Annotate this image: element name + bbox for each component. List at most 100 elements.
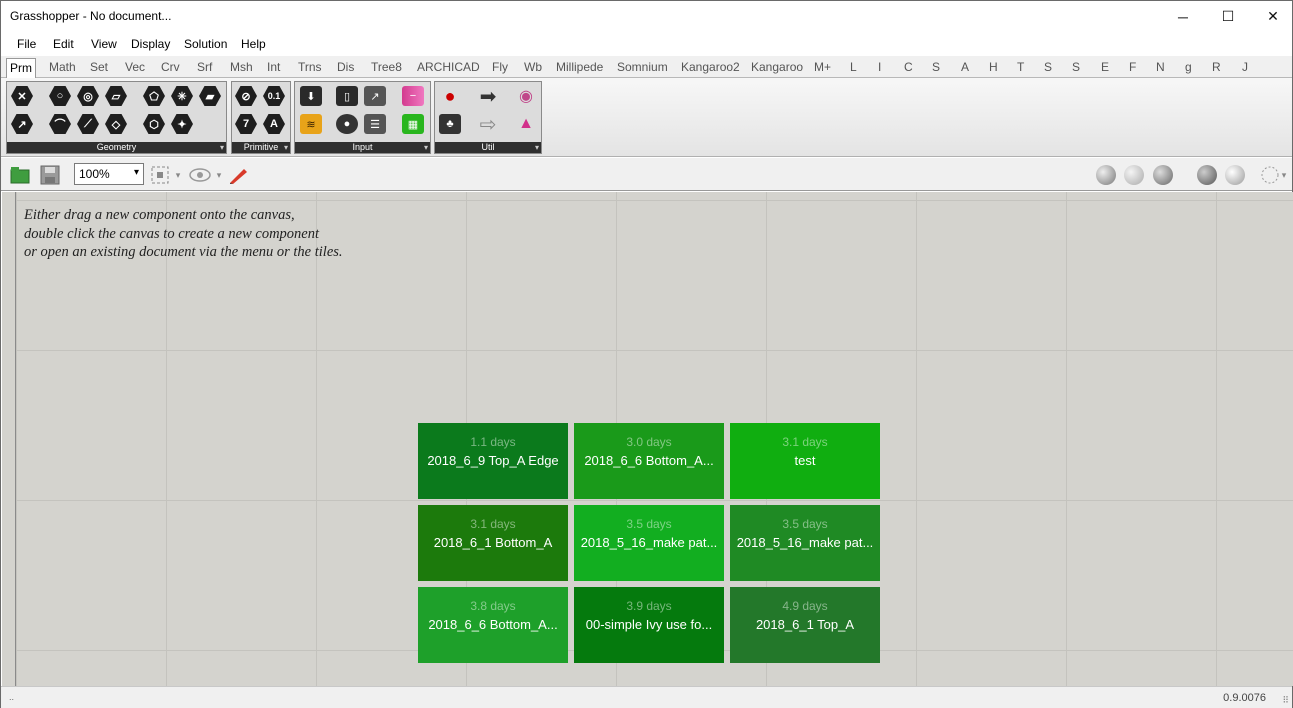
menu-display[interactable]: Display bbox=[131, 37, 170, 51]
sketch-pen-icon[interactable] bbox=[228, 164, 250, 186]
line-param-icon[interactable]: ⟋ bbox=[76, 113, 100, 135]
tab-millipede[interactable]: Millipede bbox=[553, 58, 606, 78]
twisted-box-icon[interactable]: ✦ bbox=[170, 113, 194, 135]
value-list-icon[interactable]: ☰ bbox=[363, 113, 387, 135]
tab-srf[interactable]: Srf bbox=[194, 58, 215, 78]
tab-s3[interactable]: S bbox=[1069, 58, 1083, 78]
mesh-param-icon[interactable]: ✳ bbox=[170, 85, 194, 107]
document-preview-icon[interactable] bbox=[1196, 164, 1218, 186]
recent-file-tile[interactable]: 3.8 days 2018_6_6 Bottom_A... bbox=[418, 587, 568, 663]
tab-set[interactable]: Set bbox=[87, 58, 111, 78]
graph-mapper-icon[interactable]: ↗ bbox=[363, 85, 387, 107]
tab-j[interactable]: J bbox=[1239, 58, 1251, 78]
tab-somnium[interactable]: Somnium bbox=[614, 58, 671, 78]
selection-dropdown-icon[interactable]: ▾ bbox=[1279, 164, 1289, 186]
recent-file-tile[interactable]: 4.9 days 2018_6_1 Top_A bbox=[730, 587, 880, 663]
menu-help[interactable]: Help bbox=[241, 37, 266, 51]
tab-t[interactable]: T bbox=[1014, 58, 1027, 78]
maximize-button[interactable]: ☐ bbox=[1205, 1, 1251, 32]
surface-param-icon[interactable]: ▰ bbox=[198, 85, 222, 107]
recent-file-tile[interactable]: 3.1 days test bbox=[730, 423, 880, 499]
input-expand-icon[interactable]: ▾ bbox=[424, 142, 428, 153]
flask-icon[interactable]: ▲ bbox=[514, 113, 538, 135]
grasshopper-canvas[interactable]: Either drag a new component onto the can… bbox=[2, 192, 1293, 686]
text-param-icon[interactable]: A bbox=[262, 113, 286, 135]
zoom-extents-dropdown-icon[interactable]: ▾ bbox=[173, 164, 183, 186]
recent-file-tile[interactable]: 3.0 days 2018_6_6 Bottom_A... bbox=[574, 423, 724, 499]
button-input-icon[interactable]: ● bbox=[335, 113, 359, 135]
panel-input-icon[interactable]: ⬇ bbox=[299, 85, 323, 107]
tab-r[interactable]: R bbox=[1209, 58, 1224, 78]
menu-file[interactable]: File bbox=[17, 37, 36, 51]
preview-selected-icon[interactable] bbox=[1152, 164, 1174, 186]
swatch-input-icon[interactable]: ▦ bbox=[401, 113, 425, 135]
tab-g[interactable]: g bbox=[1182, 58, 1195, 78]
integer-param-icon[interactable]: 7 bbox=[234, 113, 258, 135]
tab-s2[interactable]: S bbox=[1041, 58, 1055, 78]
sketch-input-icon[interactable]: ≋ bbox=[299, 113, 323, 135]
curve-param-icon[interactable]: ⌒ bbox=[48, 113, 72, 135]
preview-shaded-icon[interactable] bbox=[1095, 164, 1117, 186]
boolean-param-icon[interactable]: ⊘ bbox=[234, 85, 258, 107]
tab-fly[interactable]: Fly bbox=[489, 58, 511, 78]
menu-view[interactable]: View bbox=[91, 37, 117, 51]
tab-e[interactable]: E bbox=[1098, 58, 1112, 78]
box-param-icon[interactable]: ▱ bbox=[104, 85, 128, 107]
forward-arrow-icon[interactable]: ➡ bbox=[476, 85, 500, 108]
number-param-icon[interactable]: 0.1 bbox=[262, 85, 286, 107]
tab-math[interactable]: Math bbox=[46, 58, 79, 78]
recent-file-tile[interactable]: 3.5 days 2018_5_16_make pat... bbox=[730, 505, 880, 581]
tab-c[interactable]: C bbox=[901, 58, 916, 78]
close-button[interactable]: ✕ bbox=[1250, 1, 1293, 32]
toggle-input-icon[interactable]: ▯ bbox=[335, 85, 359, 107]
circle-param-icon[interactable]: ○ bbox=[48, 85, 72, 107]
tab-crv[interactable]: Crv bbox=[158, 58, 183, 78]
group-param-icon[interactable]: ⬡ bbox=[142, 113, 166, 135]
tab-dis[interactable]: Dis bbox=[334, 58, 357, 78]
tab-mplus[interactable]: M+ bbox=[811, 58, 834, 78]
group-input-label[interactable]: Input bbox=[295, 142, 430, 153]
tab-prm[interactable]: Prm bbox=[6, 58, 36, 79]
util-expand-icon[interactable]: ▾ bbox=[535, 142, 539, 153]
tab-trns[interactable]: Trns bbox=[295, 58, 325, 78]
tab-int[interactable]: Int bbox=[264, 58, 283, 78]
tab-wb[interactable]: Wb bbox=[521, 58, 545, 78]
selection-circle-icon[interactable] bbox=[1259, 164, 1281, 186]
menu-edit[interactable]: Edit bbox=[53, 37, 74, 51]
outline-arrow-icon[interactable]: ⇨ bbox=[476, 113, 500, 136]
circular-arc-param-icon[interactable]: ◎ bbox=[76, 85, 100, 107]
sphere-display-icon[interactable] bbox=[1224, 164, 1246, 186]
group-util-label[interactable]: Util bbox=[435, 142, 541, 153]
gradient-icon[interactable]: − bbox=[401, 85, 425, 107]
vector-param-icon[interactable]: ↗ bbox=[10, 113, 34, 135]
recent-file-tile[interactable]: 1.1 days 2018_6_9 Top_A Edge bbox=[418, 423, 568, 499]
open-file-icon[interactable] bbox=[9, 164, 31, 186]
tab-archicad[interactable]: ARCHICAD bbox=[414, 58, 483, 78]
minimize-button[interactable]: ─ bbox=[1160, 1, 1206, 32]
recent-file-tile[interactable]: 3.9 days 00-simple Ivy use fo... bbox=[574, 587, 724, 663]
tree-icon[interactable]: ♣ bbox=[438, 113, 462, 135]
geometry-expand-icon[interactable]: ▾ bbox=[220, 142, 224, 153]
tab-a[interactable]: A bbox=[958, 58, 972, 78]
group-geometry-label[interactable]: Geometry bbox=[7, 142, 226, 153]
tab-f[interactable]: F bbox=[1126, 58, 1139, 78]
group-primitive-label[interactable]: Primitive bbox=[232, 142, 290, 153]
recent-file-tile[interactable]: 3.5 days 2018_5_16_make pat... bbox=[574, 505, 724, 581]
tab-s1[interactable]: S bbox=[929, 58, 943, 78]
tab-h[interactable]: H bbox=[986, 58, 1001, 78]
plane-param-icon[interactable]: ◇ bbox=[104, 113, 128, 135]
resize-grip-icon[interactable]: ⠿ bbox=[1282, 695, 1289, 706]
tab-vec[interactable]: Vec bbox=[122, 58, 148, 78]
zoom-extents-icon[interactable] bbox=[149, 164, 171, 186]
preview-dropdown-icon[interactable]: ▾ bbox=[214, 164, 224, 186]
tab-n[interactable]: N bbox=[1153, 58, 1168, 78]
tab-l[interactable]: L bbox=[847, 58, 860, 78]
cherry-picker-icon[interactable]: ● bbox=[438, 85, 462, 107]
zoom-select[interactable]: 100% ▾ bbox=[74, 163, 144, 185]
preview-wireframe-icon[interactable] bbox=[1123, 164, 1145, 186]
geometry-param-icon[interactable]: ✕ bbox=[10, 85, 34, 107]
preview-eye-icon[interactable] bbox=[189, 164, 211, 186]
menu-solution[interactable]: Solution bbox=[184, 37, 227, 51]
tab-kangaroo[interactable]: Kangaroo bbox=[748, 58, 806, 78]
tab-msh[interactable]: Msh bbox=[227, 58, 256, 78]
